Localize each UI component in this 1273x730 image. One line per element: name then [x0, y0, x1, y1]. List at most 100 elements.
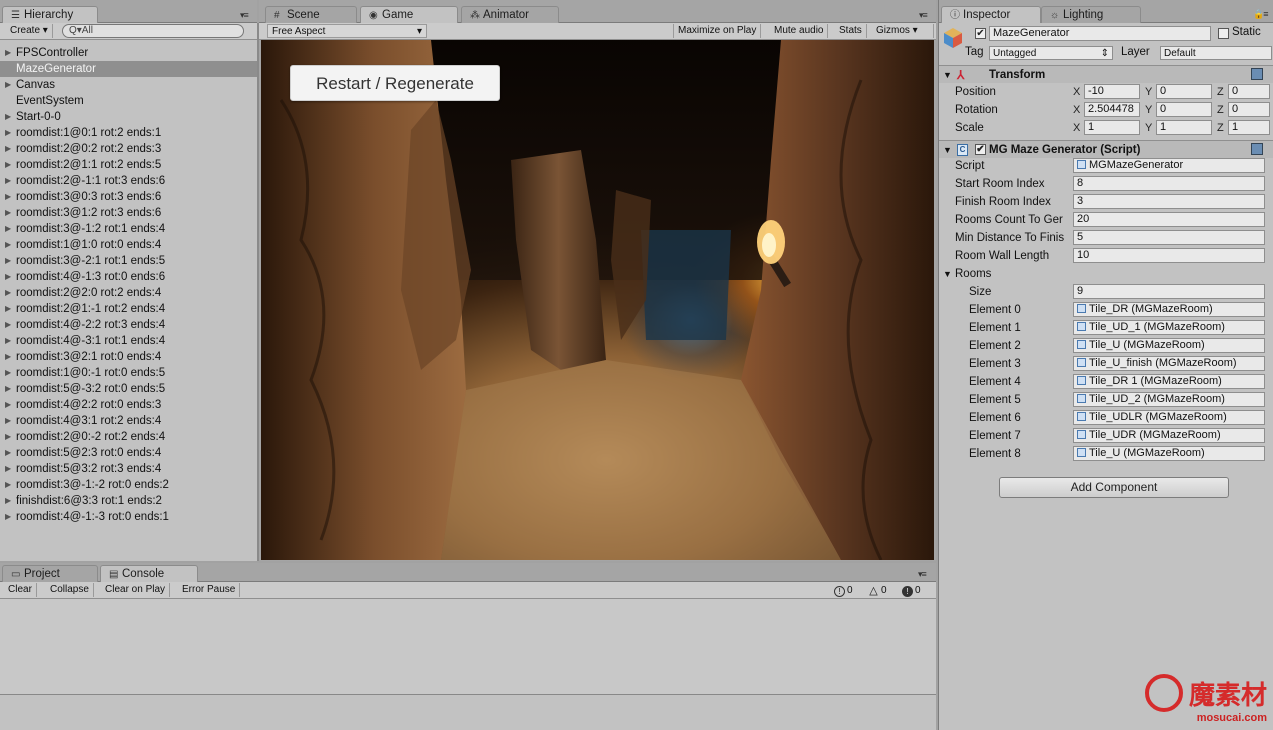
scale-y-field[interactable]: 1 — [1156, 120, 1212, 135]
expand-arrow-icon[interactable]: ▶ — [5, 109, 11, 125]
expand-arrow-icon[interactable]: ▶ — [5, 493, 11, 509]
hierarchy-item[interactable]: ▶ roomdist:5@2:3 rot:0 ends:4 — [0, 445, 257, 461]
tag-dropdown[interactable]: Untagged ⇕ — [989, 46, 1113, 60]
expand-arrow-icon[interactable]: ▶ — [5, 461, 11, 477]
collapse-toggle[interactable]: Collapse — [46, 583, 94, 597]
room-object-field[interactable]: Tile_DR 1 (MGMazeRoom) — [1073, 374, 1265, 389]
expand-arrow-icon[interactable]: ▶ — [5, 381, 11, 397]
hierarchy-item[interactable]: ▶ roomdist:2@0:2 rot:2 ends:3 — [0, 141, 257, 157]
size-field[interactable]: 9 — [1073, 284, 1265, 299]
room-object-field[interactable]: Tile_U_finish (MGMazeRoom) — [1073, 356, 1265, 371]
tab-scene[interactable]: # Scene — [265, 6, 357, 23]
expand-arrow-icon[interactable]: ▶ — [5, 221, 11, 237]
script-component-header[interactable]: ▼ C ✔ MG Maze Generator (Script) — [939, 140, 1273, 158]
transform-header[interactable]: ▼ ⅄ Transform — [939, 65, 1273, 83]
script-object-field[interactable]: MGMazeGenerator — [1073, 158, 1265, 173]
game-viewport[interactable]: Restart / Regenerate — [261, 40, 934, 560]
rotation-x-field[interactable]: 2.504478 — [1084, 102, 1140, 117]
tab-game[interactable]: ◉ Game — [360, 6, 458, 23]
expand-arrow-icon[interactable]: ▶ — [5, 45, 11, 61]
gizmos-dropdown[interactable]: Gizmos ▾ — [872, 24, 934, 38]
hierarchy-item[interactable]: ▶ roomdist:2@2:0 rot:2 ends:4 — [0, 285, 257, 301]
expand-arrow-icon[interactable]: ▶ — [5, 365, 11, 381]
hierarchy-item[interactable]: ▶ roomdist:3@0:3 rot:3 ends:6 — [0, 189, 257, 205]
tab-hierarchy[interactable]: ☰ Hierarchy — [2, 6, 98, 23]
rotation-z-field[interactable]: 0 — [1228, 102, 1270, 117]
hierarchy-item[interactable]: ▶ roomdist:3@-2:1 rot:1 ends:5 — [0, 253, 257, 269]
room-object-field[interactable]: Tile_U (MGMazeRoom) — [1073, 338, 1265, 353]
hierarchy-item[interactable]: ▶ roomdist:5@-3:2 rot:0 ends:5 — [0, 381, 257, 397]
room-object-field[interactable]: Tile_UD_2 (MGMazeRoom) — [1073, 392, 1265, 407]
expand-arrow-icon[interactable]: ▶ — [5, 173, 11, 189]
expand-arrow-icon[interactable]: ▶ — [5, 205, 11, 221]
help-icon[interactable] — [1251, 143, 1263, 155]
hierarchy-item[interactable]: ▶ roomdist:4@2:2 rot:0 ends:3 — [0, 397, 257, 413]
value-field[interactable]: 10 — [1073, 248, 1265, 263]
position-y-field[interactable]: 0 — [1156, 84, 1212, 99]
hierarchy-item[interactable]: ▶ roomdist:3@-1:2 rot:1 ends:4 — [0, 221, 257, 237]
error-count-toggle[interactable]: ! 0 — [902, 585, 921, 597]
hierarchy-item[interactable]: ▶ roomdist:4@-3:1 rot:1 ends:4 — [0, 333, 257, 349]
tab-project[interactable]: ▭ Project — [2, 565, 98, 582]
expand-arrow-icon[interactable]: ▶ — [5, 77, 11, 93]
scale-x-field[interactable]: 1 — [1084, 120, 1140, 135]
expand-arrow-icon[interactable]: ▶ — [5, 333, 11, 349]
hierarchy-item[interactable]: ▶ roomdist:1@0:-1 rot:0 ends:5 — [0, 365, 257, 381]
clear-button[interactable]: Clear — [4, 583, 37, 597]
expand-arrow-icon[interactable]: ▶ — [5, 397, 11, 413]
hierarchy-item[interactable]: ▶ roomdist:3@1:2 rot:3 ends:6 — [0, 205, 257, 221]
object-name-field[interactable]: MazeGenerator — [989, 26, 1211, 41]
hierarchy-item[interactable]: ▶ roomdist:1@1:0 rot:0 ends:4 — [0, 237, 257, 253]
room-object-field[interactable]: Tile_UDR (MGMazeRoom) — [1073, 428, 1265, 443]
expand-arrow-icon[interactable]: ▶ — [5, 157, 11, 173]
expand-arrow-icon[interactable]: ▶ — [5, 317, 11, 333]
hierarchy-item[interactable]: ▶ Canvas — [0, 77, 257, 93]
room-object-field[interactable]: Tile_UD_1 (MGMazeRoom) — [1073, 320, 1265, 335]
hierarchy-item[interactable]: ▶ roomdist:4@-1:-3 rot:0 ends:1 — [0, 509, 257, 525]
value-field[interactable]: 20 — [1073, 212, 1265, 227]
expand-arrow-icon[interactable]: ▶ — [5, 269, 11, 285]
hierarchy-item[interactable]: ▶ roomdist:5@3:2 rot:3 ends:4 — [0, 461, 257, 477]
hierarchy-item[interactable]: ▶ roomdist:2@-1:1 rot:3 ends:6 — [0, 173, 257, 189]
hierarchy-item[interactable]: ▶ roomdist:2@0:-2 rot:2 ends:4 — [0, 429, 257, 445]
value-field[interactable]: 8 — [1073, 176, 1265, 191]
expand-arrow-icon[interactable]: ▶ — [5, 125, 11, 141]
rotation-y-field[interactable]: 0 — [1156, 102, 1212, 117]
hierarchy-item[interactable]: ▶ roomdist:4@3:1 rot:2 ends:4 — [0, 413, 257, 429]
hierarchy-item[interactable]: EventSystem — [0, 93, 257, 109]
hierarchy-item[interactable]: ▶ roomdist:2@1:1 rot:2 ends:5 — [0, 157, 257, 173]
hierarchy-item[interactable]: ▶ FPSController — [0, 45, 257, 61]
add-component-button[interactable]: Add Component — [999, 477, 1229, 498]
expand-arrow-icon[interactable]: ▶ — [5, 253, 11, 269]
maximize-on-play-toggle[interactable]: Maximize on Play — [673, 24, 762, 38]
tab-lighting[interactable]: ☼ Lighting — [1041, 6, 1141, 23]
create-dropdown[interactable]: Create ▾ — [6, 24, 53, 38]
hierarchy-item[interactable]: ▶ roomdist:1@0:1 rot:2 ends:1 — [0, 125, 257, 141]
rooms-foldout[interactable]: ▼ Rooms — [939, 265, 1273, 283]
room-object-field[interactable]: Tile_U (MGMazeRoom) — [1073, 446, 1265, 461]
panel-menu-icon[interactable]: ▾≡ — [918, 569, 927, 580]
value-field[interactable]: 3 — [1073, 194, 1265, 209]
component-enabled-checkbox[interactable]: ✔ — [975, 144, 986, 155]
expand-arrow-icon[interactable]: ▶ — [5, 141, 11, 157]
tab-animator[interactable]: ⁂ Animator — [461, 6, 559, 23]
static-checkbox[interactable] — [1218, 28, 1229, 39]
expand-arrow-icon[interactable]: ▶ — [5, 429, 11, 445]
expand-arrow-icon[interactable]: ▶ — [5, 237, 11, 253]
hierarchy-item[interactable]: ▶ Start-0-0 — [0, 109, 257, 125]
hierarchy-item[interactable]: ▶ roomdist:3@2:1 rot:0 ends:4 — [0, 349, 257, 365]
clear-on-play-toggle[interactable]: Clear on Play — [101, 583, 171, 597]
expand-arrow-icon[interactable]: ▶ — [5, 509, 11, 525]
panel-menu-icon[interactable]: ▾≡ — [240, 10, 249, 21]
scale-z-field[interactable]: 1 — [1228, 120, 1270, 135]
expand-arrow-icon[interactable]: ▶ — [5, 189, 11, 205]
stats-toggle[interactable]: Stats — [835, 24, 867, 38]
expand-arrow-icon[interactable]: ▶ — [5, 413, 11, 429]
room-object-field[interactable]: Tile_UDLR (MGMazeRoom) — [1073, 410, 1265, 425]
active-checkbox[interactable]: ✔ — [975, 28, 986, 39]
restart-regenerate-button[interactable]: Restart / Regenerate — [290, 65, 500, 101]
aspect-dropdown[interactable]: Free Aspect ▾ — [267, 24, 427, 38]
layer-dropdown[interactable]: Default — [1160, 46, 1272, 60]
expand-arrow-icon[interactable]: ▶ — [5, 301, 11, 317]
console-log-area[interactable] — [0, 599, 936, 695]
